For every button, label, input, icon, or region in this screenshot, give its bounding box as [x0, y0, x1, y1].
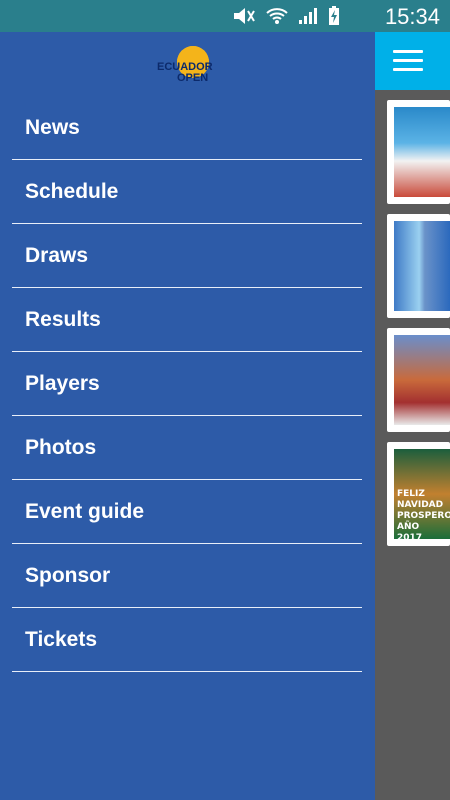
status-bar: 15:34: [0, 0, 450, 32]
news-card[interactable]: [387, 328, 450, 432]
menu-item-label: Photos: [25, 435, 97, 459]
menu-item-sponsor[interactable]: Sponsor: [12, 544, 362, 608]
menu-item-photos[interactable]: Photos: [12, 416, 362, 480]
status-time: 15:34: [384, 4, 440, 29]
wifi-icon: [266, 8, 288, 24]
ecuador-open-logo[interactable]: ECUADOR OPEN: [155, 46, 219, 86]
menu-item-label: Draws: [25, 243, 89, 267]
menu-item-label: Schedule: [25, 179, 119, 203]
svg-text:OPEN: OPEN: [177, 72, 208, 84]
menu-item-draws[interactable]: Draws: [12, 224, 362, 288]
signal-icon: [299, 8, 317, 24]
menu-item-label: Tickets: [25, 627, 97, 651]
news-thumbnail: [394, 221, 450, 311]
thumbnail-caption: FELIZ NAVIDAD PROSPERO AÑO 2017: [397, 489, 450, 539]
content-pane: FELIZ NAVIDAD PROSPERO AÑO 2017: [375, 32, 450, 800]
menu-item-schedule[interactable]: Schedule: [12, 160, 362, 224]
drawer-menu: News Schedule Draws Results Players Phot…: [12, 96, 362, 672]
news-card[interactable]: [387, 214, 450, 318]
menu-item-label: Players: [25, 371, 100, 395]
menu-icon[interactable]: [393, 50, 423, 72]
status-icons: [232, 6, 340, 26]
menu-item-event-guide[interactable]: Event guide: [12, 480, 362, 544]
app-toolbar: [375, 32, 450, 90]
battery-charging-icon: [329, 6, 339, 25]
menu-item-tickets[interactable]: Tickets: [12, 608, 362, 672]
menu-item-label: News: [25, 115, 80, 139]
mute-icon: [234, 8, 255, 24]
menu-item-label: Sponsor: [25, 563, 111, 587]
news-card[interactable]: [387, 100, 450, 204]
menu-item-news[interactable]: News: [12, 96, 362, 160]
news-thumbnail: [394, 335, 450, 425]
navigation-drawer: ECUADOR OPEN News Schedule Draws Results…: [0, 32, 375, 800]
news-card[interactable]: FELIZ NAVIDAD PROSPERO AÑO 2017: [387, 442, 450, 546]
menu-item-label: Event guide: [25, 499, 145, 523]
news-thumbnail: [394, 107, 450, 197]
menu-item-players[interactable]: Players: [12, 352, 362, 416]
news-thumbnail: FELIZ NAVIDAD PROSPERO AÑO 2017: [394, 449, 450, 539]
menu-item-results[interactable]: Results: [12, 288, 362, 352]
menu-item-label: Results: [25, 307, 101, 331]
